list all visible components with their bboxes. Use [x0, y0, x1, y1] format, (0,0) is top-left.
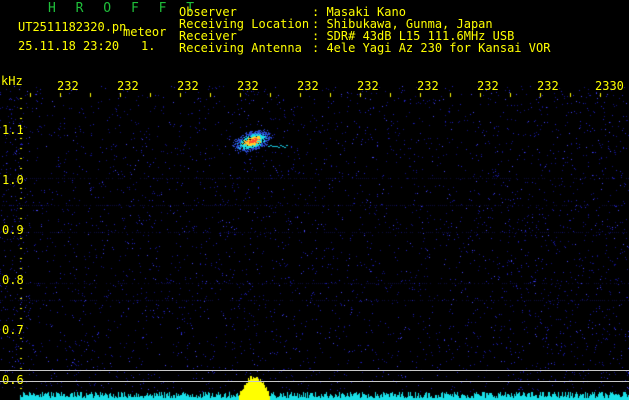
- x-tick-label: 232: [57, 79, 79, 93]
- y-tick-label: 0.9: [2, 223, 24, 237]
- y-tick-label: 1.0: [2, 173, 24, 187]
- x-tick-label: 232: [117, 79, 139, 93]
- x-tick-label: 232: [177, 79, 199, 93]
- x-tick-label: 232: [297, 79, 319, 93]
- x-tick-label: 232: [357, 79, 379, 93]
- x-tick-label: 2330: [595, 79, 624, 93]
- antenna-value: : 4ele Yagi Az 230 for Kansai VOR: [312, 41, 551, 55]
- index-label: 1.: [141, 39, 156, 53]
- reference-line: [0, 370, 629, 371]
- x-tick-label: 232: [477, 79, 499, 93]
- antenna-label: Receiving Antenna: [179, 41, 302, 55]
- x-tick-label: 232: [417, 79, 439, 93]
- datetime-label: 25.11.18 23:20: [18, 39, 120, 53]
- spectrogram-canvas: [0, 0, 629, 400]
- x-tick-label: 232: [537, 79, 559, 93]
- mode-label: meteor: [123, 25, 167, 39]
- reference-line: [0, 381, 629, 382]
- y-tick-label: 0.7: [2, 323, 24, 337]
- y-axis-unit: kHz: [1, 74, 23, 88]
- filename-label: UT2511182320.pn: [18, 20, 127, 34]
- y-tick-label: 0.6: [2, 373, 24, 387]
- x-tick-label: 232: [237, 79, 259, 93]
- y-tick-label: 1.1: [2, 123, 24, 137]
- y-tick-label: 0.8: [2, 273, 24, 287]
- app-title: H R O F F T: [48, 1, 201, 16]
